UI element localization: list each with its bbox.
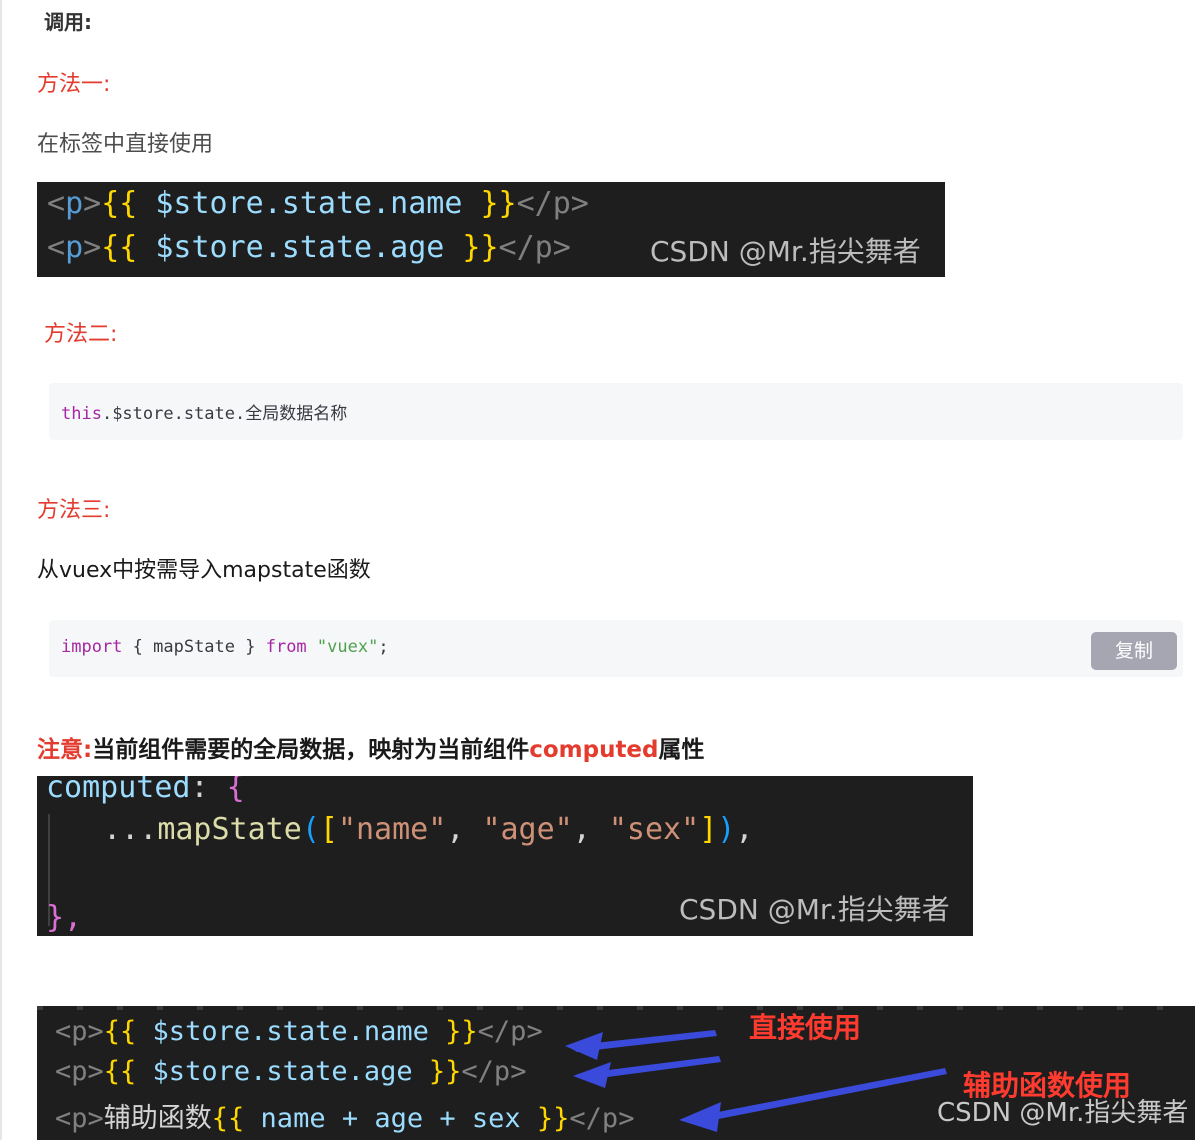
method3-description: 从vuex中按需导入mapstate函数 [37,558,371,583]
watermark: CSDN @Mr.指尖舞者 [937,1098,1189,1128]
method2-title: 方法二: [44,322,118,347]
section-heading: 调用: [44,10,92,34]
code-image-line-1: <p>{{ $store.state.name }}</p> [47,186,589,221]
note-line: 注意:当前组件需要的全局数据，映射为当前组件computed属性 [37,730,705,764]
computed-line-1: computed: { [46,776,245,805]
note-text-a: 当前组件需要的全局数据，映射为当前组件 [92,737,530,763]
watermark: CSDN @Mr.指尖舞者 [650,235,921,268]
arrow-icon [573,1062,611,1088]
method3-code-block: import { mapState } from "vuex"; 复制 [49,620,1183,677]
annotated-code-image: <p>{{ $store.state.name }}</p> <p>{{ $st… [37,1006,1195,1140]
computed-line-3: }, [46,900,83,935]
method1-code-image: <p>{{ $store.state.name }}</p> <p>{{ $st… [37,182,945,277]
computed-line-2: ...mapState(["name", "age", "sex"]), [67,812,754,847]
computed-code-image: computed: { ...mapState(["name", "age", … [37,776,973,936]
arrow-icon [565,1032,603,1060]
code-image-line-2: <p>{{ $store.state.age }}</p> [47,230,571,265]
method3-title: 方法三: [37,498,111,523]
note-prefix: 注意: [37,737,93,763]
note-text-b: 属性 [658,737,705,763]
arrow-icon [687,1068,947,1124]
annotation-direct-use: 直接使用 [749,1011,862,1044]
watermark: CSDN @Mr.指尖舞者 [679,893,950,926]
note-highlight: computed [529,737,659,763]
method1-title: 方法一: [37,72,111,97]
method1-description: 在标签中直接使用 [37,132,214,157]
copy-button[interactable]: 复制 [1091,632,1177,670]
left-border [0,0,2,1140]
method3-code-line: import { mapState } from "vuex"; [61,637,389,657]
arrow-icon [679,1102,721,1132]
method2-code-line: this.$store.state.全局数据名称 [61,404,348,424]
method2-code-block: this.$store.state.全局数据名称 [49,383,1183,440]
